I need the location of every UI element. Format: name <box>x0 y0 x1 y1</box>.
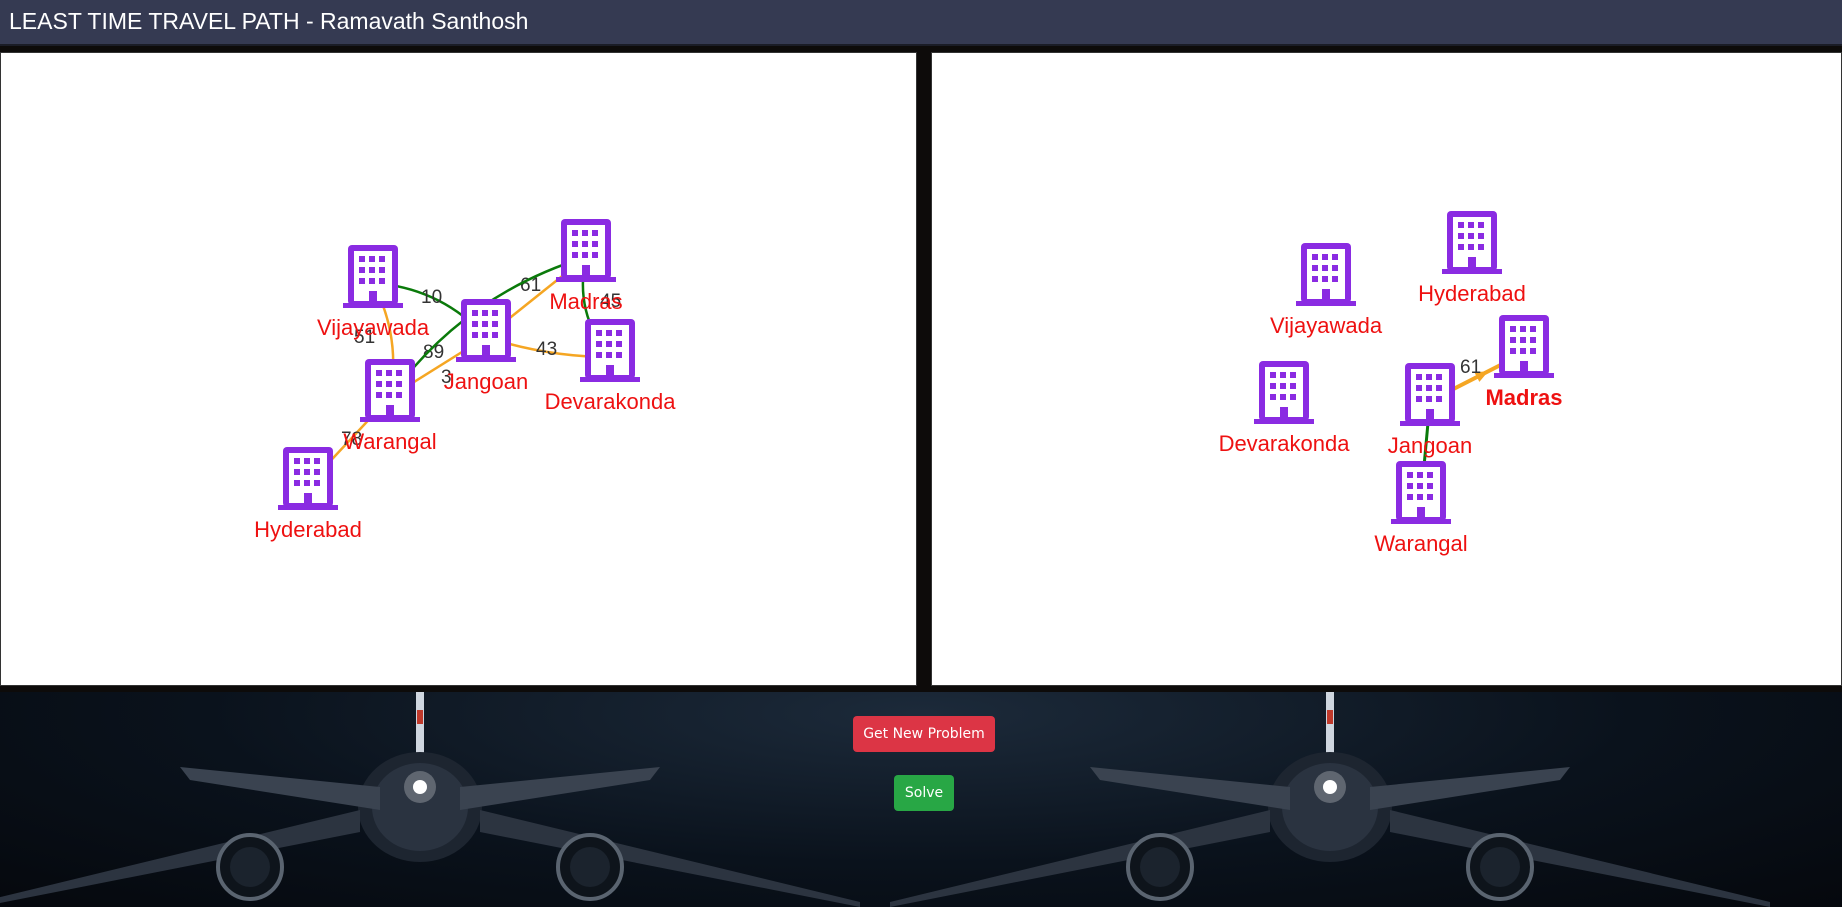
problem-graph-canvas: 105161438934578VijayawadaJangoanMadrasDe… <box>254 219 676 542</box>
building-icon <box>1391 461 1451 524</box>
building-icon <box>580 319 640 382</box>
nodes: Vijayawada Jangoan Madras Devarakonda Warang… <box>254 219 676 542</box>
page-title: LEAST TIME TRAVEL PATH - Ramavath Santho… <box>9 8 529 34</box>
app-header: LEAST TIME TRAVEL PATH - Ramavath Santho… <box>0 0 1842 46</box>
node-label: Warangal <box>1374 531 1467 556</box>
node-war[interactable]: Warangal <box>1374 461 1468 556</box>
node-dev[interactable]: Devarakonda <box>545 319 677 414</box>
edge-weight-label: 43 <box>536 339 557 360</box>
building-icon <box>1442 211 1502 274</box>
building-icon <box>1296 243 1356 306</box>
node-war[interactable]: Warangal <box>343 359 437 454</box>
building-icon <box>360 359 420 422</box>
edge-weight-label: 61 <box>1460 357 1481 378</box>
airplane-right <box>890 692 1770 907</box>
node-vij[interactable]: Vijayawada <box>317 245 430 340</box>
building-icon <box>556 219 616 282</box>
solve-button[interactable]: Solve <box>894 775 954 811</box>
solution-graph-panel: 61 Hyderabad Vijayawada Madras Devarakonda Ja… <box>931 52 1842 686</box>
building-icon <box>343 245 403 308</box>
node-label: Jangoan <box>1388 433 1472 458</box>
node-mad[interactable]: Madras <box>1485 315 1563 410</box>
node-label: Devarakonda <box>545 389 677 414</box>
solution-graph-canvas: 61 Hyderabad Vijayawada Madras Devarakonda Ja… <box>1219 211 1563 556</box>
node-label: Devarakonda <box>1219 431 1351 456</box>
get-new-problem-button[interactable]: Get New Problem <box>853 716 995 752</box>
node-label: Hyderabad <box>1418 281 1526 306</box>
building-icon <box>456 299 516 362</box>
building-icon <box>1400 363 1460 426</box>
node-vij[interactable]: Vijayawada <box>1270 243 1383 338</box>
building-icon <box>278 447 338 510</box>
building-icon <box>1254 361 1314 424</box>
nodes: Hyderabad Vijayawada Madras Devarakonda Jang… <box>1219 211 1563 556</box>
building-icon <box>1494 315 1554 378</box>
node-label: Hyderabad <box>254 517 362 542</box>
airplane-left <box>0 692 860 907</box>
node-hyd[interactable]: Hyderabad <box>254 447 362 542</box>
node-label: Madras <box>549 289 622 314</box>
node-label: Vijayawada <box>1270 313 1383 338</box>
node-dev[interactable]: Devarakonda <box>1219 361 1351 456</box>
node-label: Vijayawada <box>317 315 430 340</box>
edge-weight-label: 10 <box>421 287 442 308</box>
node-label: Jangoan <box>444 369 528 394</box>
node-hyd[interactable]: Hyderabad <box>1418 211 1526 306</box>
problem-graph-panel: 10 51 61 43 89 3 45 78 Vijayawada Jangoan Madras De… <box>0 52 917 686</box>
node-label: Madras <box>1485 385 1562 410</box>
node-label: Warangal <box>343 429 436 454</box>
